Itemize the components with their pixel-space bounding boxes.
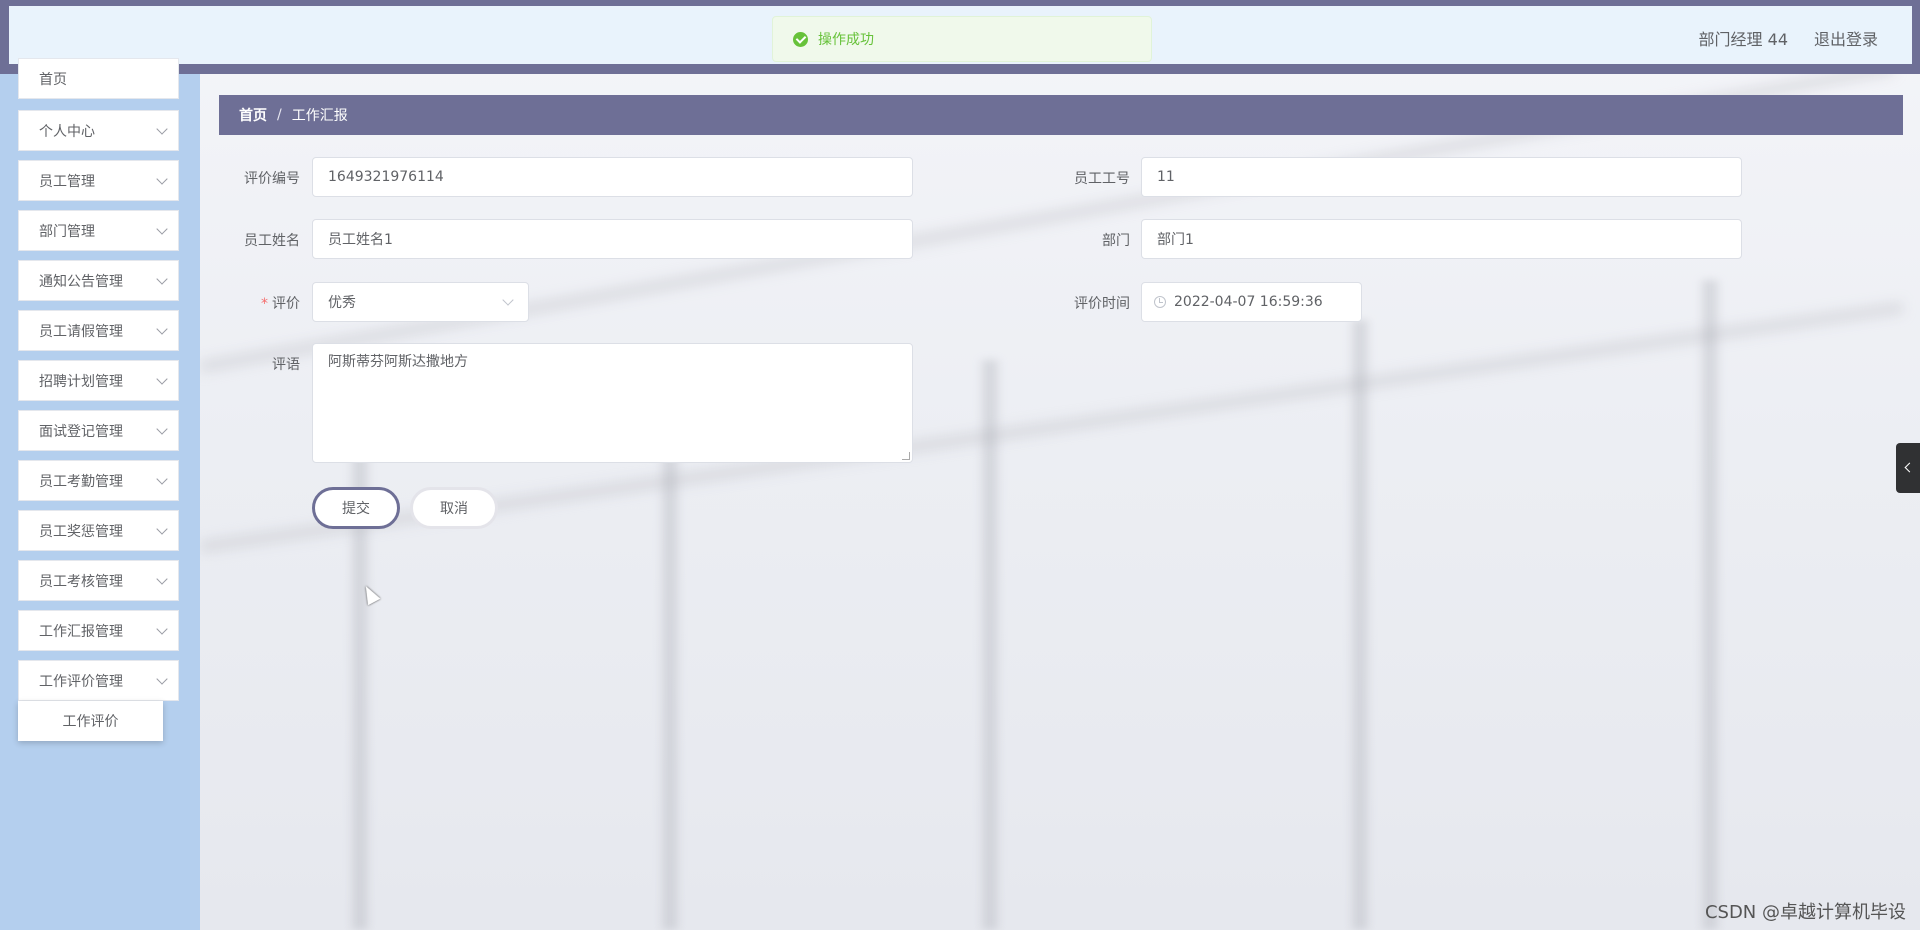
sidebar-item-leave[interactable]: 员工请假管理	[18, 310, 179, 351]
dept-label: 部门	[1102, 233, 1130, 249]
sidebar-item-department[interactable]: 部门管理	[18, 210, 179, 251]
user-name: 部门经理 44	[1698, 30, 1788, 49]
chevron-down-icon	[156, 623, 168, 635]
sidebar-item-label: 员工考核管理	[39, 573, 123, 590]
eval-time-value: 2022-04-07 16:59:36	[1174, 294, 1323, 310]
chevron-down-icon	[156, 423, 168, 435]
chevron-down-icon	[502, 294, 514, 306]
comment-textarea[interactable]: 阿斯蒂芬阿斯达撒地方	[312, 343, 913, 463]
eval-time-label: 评价时间	[1074, 296, 1130, 312]
resize-handle-icon[interactable]	[902, 452, 910, 460]
collapse-panel-button[interactable]	[1896, 443, 1920, 493]
sidebar-item-label: 员工请假管理	[39, 323, 123, 340]
sidebar-item-label: 通知公告管理	[39, 273, 123, 290]
submit-button[interactable]: 提交	[312, 487, 400, 529]
rating-label: * 评价	[220, 293, 300, 313]
sidebar-item-notice[interactable]: 通知公告管理	[18, 260, 179, 301]
staff-name-field[interactable]: 员工姓名1	[312, 219, 913, 259]
comment-label: 评语	[272, 357, 300, 373]
watermark: CSDN @卓越计算机毕设	[1704, 902, 1906, 923]
breadcrumb: 首页 / 工作汇报	[219, 95, 1903, 135]
sidebar-item-label: 员工考勤管理	[39, 473, 123, 490]
rating-label-text: 评价	[272, 296, 300, 312]
sidebar-item-label: 部门管理	[39, 223, 95, 240]
sidebar-item-assessment[interactable]: 员工考核管理	[18, 560, 179, 601]
chevron-down-icon	[156, 573, 168, 585]
chevron-down-icon	[156, 373, 168, 385]
sidebar-item-attendance[interactable]: 员工考勤管理	[18, 460, 179, 501]
eval-no-field[interactable]: 1649321976114	[312, 157, 913, 197]
sidebar-item-personal-center[interactable]: 个人中心	[18, 110, 179, 151]
chevron-down-icon	[156, 523, 168, 535]
staff-name-label: 员工姓名	[244, 233, 300, 249]
eval-no-label: 评价编号	[244, 171, 300, 187]
sidebar: 首页 个人中心 员工管理 部门管理 通知公告管理 员工请假管理 招聘计划管理 面…	[0, 58, 200, 930]
sidebar-item-label: 工作汇报管理	[39, 623, 123, 640]
rating-select[interactable]: 优秀	[312, 282, 529, 322]
rating-select-value: 优秀	[328, 295, 356, 311]
success-toast: 操作成功	[772, 16, 1152, 62]
sidebar-item-label: 个人中心	[39, 123, 95, 140]
required-mark: *	[261, 296, 268, 312]
chevron-down-icon	[156, 123, 168, 135]
toast-message: 操作成功	[818, 32, 874, 48]
sidebar-item-work-report[interactable]: 工作汇报管理	[18, 610, 179, 651]
staff-no-label: 员工工号	[1074, 171, 1130, 187]
sidebar-item-interview[interactable]: 面试登记管理	[18, 410, 179, 451]
sidebar-item-reward[interactable]: 员工奖惩管理	[18, 510, 179, 551]
sidebar-item-recruit-plan[interactable]: 招聘计划管理	[18, 360, 179, 401]
sidebar-item-label: 员工管理	[39, 173, 95, 190]
comment-text: 阿斯蒂芬阿斯达撒地方	[328, 354, 468, 370]
sidebar-item-work-evaluation[interactable]: 工作评价管理	[18, 660, 179, 701]
chevron-down-icon	[156, 273, 168, 285]
clock-icon	[1154, 296, 1166, 308]
sidebar-item-label: 工作评价管理	[39, 673, 123, 690]
sidebar-item-label: 招聘计划管理	[39, 373, 123, 390]
check-circle-icon	[793, 31, 808, 47]
sidebar-item-label: 首页	[39, 71, 67, 88]
chevron-down-icon	[156, 323, 168, 335]
chevron-down-icon	[156, 223, 168, 235]
chevron-down-icon	[156, 473, 168, 485]
dept-field[interactable]: 部门1	[1141, 219, 1742, 259]
chevron-down-icon	[156, 173, 168, 185]
breadcrumb-separator: /	[277, 107, 282, 123]
sidebar-item-label: 面试登记管理	[39, 423, 123, 440]
breadcrumb-current: 工作汇报	[291, 108, 348, 124]
sidebar-item-staff[interactable]: 员工管理	[18, 160, 179, 201]
cancel-button[interactable]: 取消	[410, 487, 498, 529]
sidebar-item-label: 员工奖惩管理	[39, 523, 123, 540]
logout-link[interactable]: 退出登录	[1814, 26, 1878, 50]
breadcrumb-home[interactable]: 首页	[239, 105, 267, 125]
chevron-down-icon	[156, 673, 168, 685]
staff-no-field[interactable]: 11	[1141, 157, 1742, 197]
submenu-item-work-evaluation[interactable]: 工作评价	[18, 701, 163, 741]
sidebar-item-home[interactable]: 首页	[18, 58, 179, 99]
eval-time-picker[interactable]: 2022-04-07 16:59:36	[1141, 282, 1362, 322]
